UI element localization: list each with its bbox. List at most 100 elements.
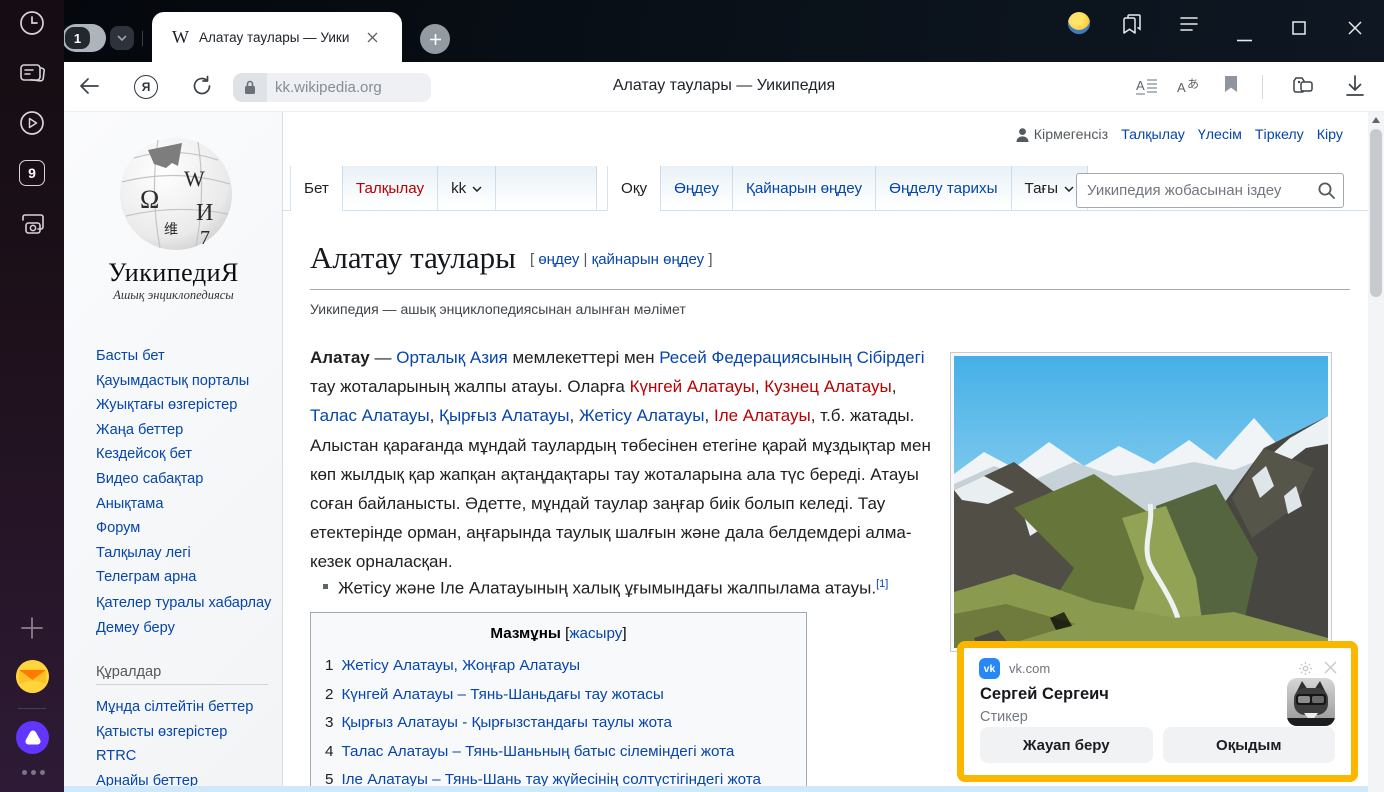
inline-link[interactable]: жасыру [569, 625, 622, 642]
tab-edit-source[interactable]: Қайнарын өңдеу [732, 166, 875, 211]
address-bar[interactable]: kk.wikipedia.org [267, 73, 431, 102]
inline-link[interactable]: Іле Алатауы [714, 406, 811, 425]
sidebar-link[interactable]: Қателер туралы хабарлау [96, 593, 276, 613]
toc-link[interactable]: Күнгей Алатауы – Тянь-Шаньдағы тау жотас… [341, 681, 663, 710]
vk-reply-button[interactable]: Жауап беру [980, 727, 1153, 763]
collections-button[interactable] [1122, 12, 1142, 36]
tab-talk[interactable]: Талқылау [342, 166, 437, 211]
scrollbar-thumb[interactable] [1370, 129, 1382, 297]
reload-button[interactable] [191, 75, 213, 102]
page-bottom-strip [64, 786, 1368, 792]
tab-edit[interactable]: Өңдеу [660, 166, 732, 211]
tab-history[interactable]: Өңделу тарихы [875, 166, 1010, 211]
vk-read-button[interactable]: Оқыдым [1163, 727, 1336, 763]
notification-settings-gear-icon[interactable] [1298, 661, 1313, 676]
profile-avatar[interactable] [1068, 12, 1090, 34]
article-image-frame[interactable] [950, 352, 1332, 652]
sidebar-link[interactable]: Анықтама [96, 492, 276, 517]
table-of-contents: Мазмұны [жасыру] 1Жетісу Алатауы, Жоңғар… [310, 612, 807, 792]
play-circle-icon [19, 110, 45, 136]
extensions-button[interactable] [1288, 74, 1316, 105]
notification-close-icon[interactable] [1324, 661, 1337, 674]
tab-group[interactable]: 1 [62, 24, 106, 52]
maximize-icon [1292, 21, 1306, 35]
tab-group-chevron-button[interactable] [110, 26, 134, 50]
personal-link[interactable]: Үлесім [1198, 127, 1242, 143]
sidebar-link[interactable]: Видео сабақтар [96, 467, 276, 492]
sidebar-link[interactable]: Жуықтағы өзгерістер [96, 393, 276, 418]
sidebar-link[interactable]: Жаңа беттер [96, 418, 276, 443]
toc-link[interactable]: Қырғыз Алатауы - Қырғызстандағы таулы жо… [341, 709, 672, 738]
yandex-button[interactable]: Я [134, 75, 158, 99]
tab-page[interactable]: Бет [290, 166, 342, 211]
svg-text:7: 7 [200, 227, 210, 249]
menu-button[interactable] [1180, 12, 1198, 36]
vk-notification-popup[interactable]: vk vk.com Сергей Сергеич Стикер [957, 641, 1358, 782]
inline-link[interactable]: Қырғыз Алатауы [439, 406, 569, 425]
video-button[interactable] [19, 110, 45, 136]
sidebar-link[interactable]: Демеу беру [96, 616, 276, 641]
inline-text: — [370, 348, 396, 367]
sidebar-link[interactable]: Телеграм арна [96, 565, 276, 590]
inline-link[interactable]: Күнгей Алатауы [630, 377, 755, 396]
search-input[interactable] [1076, 173, 1344, 208]
sidebar-link[interactable]: Кездейсоқ бет [96, 442, 276, 467]
search-icon[interactable] [1318, 182, 1335, 199]
inline-link[interactable]: Орталық Азия [396, 348, 508, 367]
inline-link[interactable]: Ресей Федерациясының Сібірдегі [659, 348, 924, 367]
inline-text: , [430, 406, 439, 425]
minimize-button[interactable] [1237, 28, 1252, 52]
rail-add-button[interactable] [19, 615, 45, 641]
maximize-button[interactable] [1292, 16, 1306, 40]
tab-group-count[interactable]: 1 [65, 27, 90, 49]
screenshot-button[interactable] [19, 211, 45, 237]
tab-language-dropdown[interactable]: kk [437, 166, 495, 211]
inline-text: Жетісу және Іле Алатауының халық ұғымынд… [338, 579, 876, 598]
tab-read[interactable]: Оқу [607, 166, 660, 211]
inline-link[interactable]: [1] [876, 578, 888, 590]
inline-link[interactable]: Талас Алатауы [310, 406, 430, 425]
toc-item: 1Жетісу Алатауы, Жоңғар Алатауы [325, 652, 792, 681]
sidebar-link[interactable]: Қауымдастық порталы [96, 369, 276, 394]
inline-link[interactable]: Кузнец Алатауы [764, 377, 891, 396]
bookmark-button[interactable] [1224, 75, 1238, 98]
alice-assistant-button[interactable] [16, 721, 49, 754]
personal-link[interactable]: Кіру [1317, 127, 1343, 143]
sidebar-link[interactable]: Талқылау легі [96, 541, 276, 566]
personal-link[interactable]: Тіркелу [1255, 127, 1304, 143]
inline-link[interactable]: Жетісу Алатауы [579, 406, 705, 425]
sidebar-link[interactable]: RTRC [96, 744, 276, 769]
page-scrollbar[interactable] [1368, 112, 1384, 792]
sidebar-link[interactable]: Басты бет [96, 344, 276, 369]
close-window-button[interactable] [1348, 16, 1362, 40]
scrollbar-up-arrow[interactable] [1372, 117, 1380, 123]
tab-close-icon[interactable] [367, 32, 378, 43]
back-button[interactable] [78, 76, 100, 101]
tab-counter-button[interactable]: 9 [19, 160, 45, 186]
feed-button[interactable] [19, 60, 45, 86]
personal-link[interactable]: Талқылау [1121, 127, 1185, 143]
yandex-mail-button[interactable] [16, 660, 49, 693]
toc-link[interactable]: Талас Алатауы – Тянь-Шаньның батыс сілем… [341, 738, 734, 767]
rail-more-button[interactable] [22, 770, 45, 775]
tab-spacer [495, 166, 597, 211]
active-browser-tab[interactable]: W Алатау таулары — Уики [152, 12, 402, 62]
inline-link[interactable]: қайнарын өңдеу [592, 251, 705, 268]
history-button[interactable] [19, 10, 45, 36]
sidebar-link[interactable]: Форум [96, 516, 276, 541]
site-subtitle: Уикипедия — ашық энциклопедиясынан алынғ… [310, 301, 686, 317]
inline-link[interactable]: өңдеу [538, 251, 579, 268]
rail-divider [18, 708, 46, 709]
sidebar-link[interactable]: Қатысты өзгерістер [96, 720, 276, 745]
sidebar-link[interactable]: Мұнда сілтейтін беттер [96, 695, 276, 720]
inline-text: , [705, 406, 714, 425]
new-tab-button[interactable] [420, 24, 450, 54]
download-button[interactable] [1345, 75, 1365, 102]
namespace-tabs: Бет Талқылау kk [290, 166, 597, 211]
wikipedia-globe-logo[interactable]: Ω W И 7 维 [114, 130, 238, 259]
site-security-chip[interactable] [233, 73, 267, 102]
translate-button[interactable]: Aあ [1177, 76, 1203, 101]
reader-mode-button[interactable]: A [1136, 76, 1158, 101]
cat-avatar-image [1287, 678, 1335, 726]
toc-link[interactable]: Жетісу Алатауы, Жоңғар Алатауы [341, 652, 580, 681]
